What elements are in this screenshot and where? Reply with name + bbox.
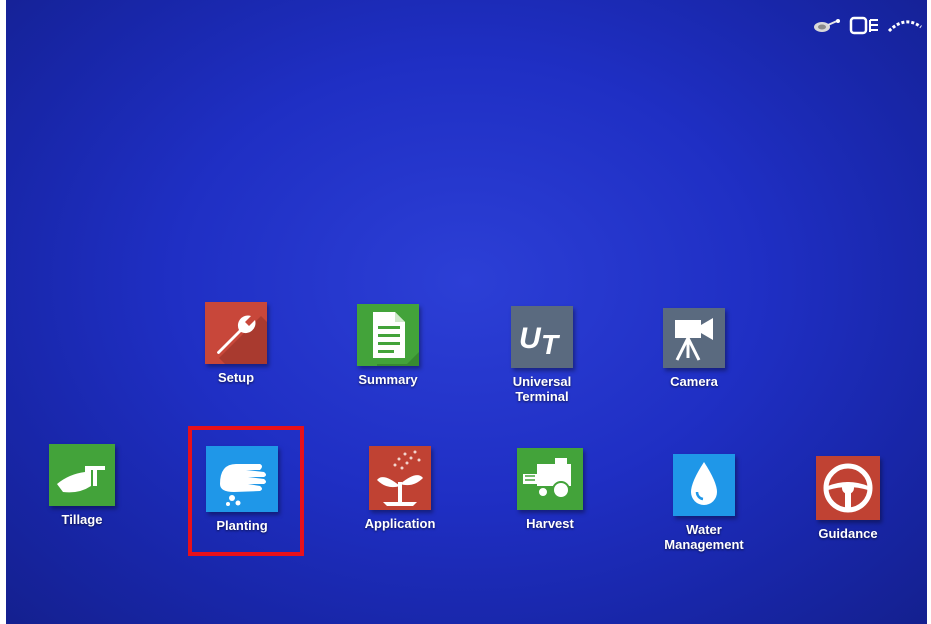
svg-text:U: U — [519, 322, 542, 355]
app-tile-guidance[interactable]: Guidance — [788, 456, 908, 541]
wrench-icon — [205, 302, 267, 364]
app-label-summary: Summary — [358, 372, 418, 387]
app-label-water-management: Water Management — [664, 522, 744, 552]
app-tile-application[interactable]: Application — [340, 446, 460, 531]
water-drop-icon — [673, 454, 735, 516]
app-label-guidance: Guidance — [818, 526, 878, 541]
app-tile-harvest[interactable]: Harvest — [490, 448, 610, 531]
antenna-icon[interactable] — [813, 18, 843, 34]
video-camera-icon — [663, 308, 725, 368]
app-tile-camera[interactable]: Camera — [634, 308, 754, 389]
ut-icon: U T — [511, 306, 573, 368]
svg-text:T: T — [541, 329, 561, 360]
signal-icon[interactable] — [887, 17, 923, 35]
sprout-spray-icon — [369, 446, 431, 510]
app-label-camera: Camera — [670, 374, 718, 389]
app-label-application: Application — [364, 516, 436, 531]
app-tile-setup[interactable]: Setup — [176, 302, 296, 385]
plow-icon — [49, 444, 115, 506]
app-tile-summary[interactable]: Summary — [328, 304, 448, 387]
combine-icon — [517, 448, 583, 510]
steering-wheel-icon — [816, 456, 880, 520]
app-label-universal-terminal: Universal Terminal — [512, 374, 572, 404]
app-label-tillage: Tillage — [61, 512, 103, 527]
app-tile-universal-terminal[interactable]: U T Universal Terminal — [482, 306, 602, 404]
selection-highlight — [188, 426, 304, 556]
app-tile-tillage[interactable]: Tillage — [22, 444, 142, 527]
app-label-harvest: Harvest — [526, 516, 574, 531]
app-label-setup: Setup — [217, 370, 255, 385]
app-tile-water-management[interactable]: Water Management — [644, 454, 764, 552]
display-icon[interactable] — [849, 16, 881, 36]
document-icon — [357, 304, 419, 366]
home-screen: Setup Summary U T Universal Terminal Cam… — [6, 0, 927, 624]
status-bar — [813, 14, 923, 38]
